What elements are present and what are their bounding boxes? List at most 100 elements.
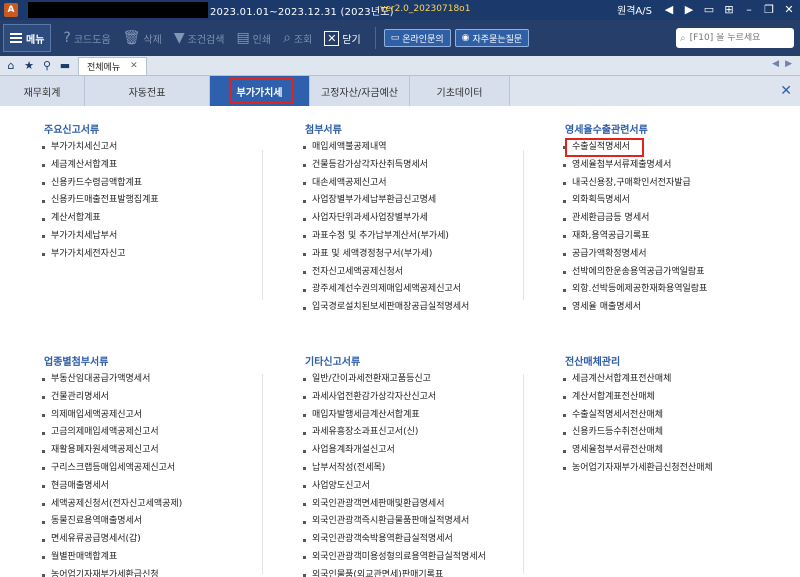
menu-item[interactable]: 외국인관광객즉시환급물품판매실적명세서 (303, 513, 486, 531)
minimize-icon[interactable]: – (742, 3, 756, 17)
menu-item-label: 부동산임대공급가액명세서 (51, 374, 151, 384)
menu-item-label: 매입세액불공제내역 (312, 142, 387, 152)
menu-item[interactable]: 건물등감가상각자산취득명세서 (303, 157, 469, 175)
menu-item[interactable]: 계산서합계표전산매체 (563, 389, 713, 407)
menu-item[interactable]: 구리스크랩등매입세액공제신고서 (42, 460, 182, 478)
menu-item[interactable]: 외항.선박등에제공한재화용역일람표 (563, 281, 707, 299)
menu-item[interactable]: 월별판매액합계표 (42, 549, 182, 567)
window-icon[interactable]: ▬ (58, 59, 72, 72)
delete-button[interactable]: 🗑 삭제 (123, 30, 162, 46)
online-inquiry-button[interactable]: ▭ 온라인문의 (383, 29, 451, 47)
menu-item[interactable]: 부가가치세납부서 (42, 228, 159, 246)
close-label: 닫기 (342, 34, 361, 46)
menu-item[interactable]: 세금계산서합계표 (42, 157, 159, 175)
menu-item-label: 외국인관광객미용성형의료용역환급실적명세서 (312, 551, 486, 562)
tab-close-icon[interactable]: ✕ (130, 61, 138, 71)
menu-item[interactable]: 신용카드등수취전산매체 (563, 424, 713, 442)
menu-item[interactable]: 재화,용역공급기록표 (563, 228, 707, 246)
menu-item[interactable]: 현금매출명세서 (42, 478, 182, 496)
menu-item[interactable]: 신용카드매출전표발행집계표 (42, 192, 159, 210)
menu-item[interactable]: 고금의제매입세액공제신고서 (42, 424, 182, 442)
menu-item[interactable]: 면세유류공급명세서(갑) (42, 531, 182, 549)
menu-item[interactable]: 광주세계선수권의제매입세액공제신고서 (303, 281, 469, 299)
menu-item[interactable]: 농어업기자재부가세환급신청 (42, 567, 182, 577)
tab-base-data[interactable]: 기초데이터 (410, 76, 510, 106)
menu-item[interactable]: 과표 및 세액경정청구서(부가세) (303, 246, 469, 264)
book-icon[interactable]: ▭ (702, 3, 716, 17)
close-icon[interactable]: ✕ (782, 3, 796, 17)
menu-item[interactable]: 외국인물품(외교관면세)판매기록표 (303, 567, 486, 577)
inquiry-button[interactable]: ⌕ 조회 (283, 30, 312, 46)
search-icon[interactable]: ⚲ (40, 59, 54, 72)
bullet-icon (303, 413, 306, 417)
bullet-icon (42, 199, 45, 203)
search-input[interactable] (689, 33, 785, 43)
menu-item[interactable]: 신용카드수령금액합계표 (42, 175, 159, 193)
menu-item[interactable]: 과세유흥장소과표신고서(신) (303, 424, 486, 442)
menu-close-icon[interactable]: ✕ (780, 83, 792, 99)
delete-label: 삭제 (143, 34, 162, 46)
menu-item[interactable]: 세액공제신청서(전자신고세액공제) (42, 496, 182, 514)
code-help-button[interactable]: ? 코드도움 (63, 30, 110, 46)
menu-item[interactable]: 수출실적명세서전산매체 (563, 407, 713, 425)
menu-button[interactable]: 메뉴 (3, 24, 52, 52)
star-icon[interactable]: ★ (22, 59, 36, 72)
condition-search-button[interactable]: ▼ 조건검색 (174, 30, 225, 46)
home-icon[interactable]: ⌂ (4, 59, 18, 72)
forward-arrow-icon[interactable]: ▶ (682, 3, 696, 17)
menu-item[interactable]: 외국인관광객숙박용역환급실적명세서 (303, 531, 486, 549)
menu-item[interactable]: 영세율첨부서류전산매체 (563, 442, 713, 460)
bullet-icon (42, 253, 45, 257)
menu-item[interactable]: 사업자단위과세사업장별부가세 (303, 210, 469, 228)
bullet-icon (563, 270, 566, 274)
menu-item[interactable]: 재활용폐자원세액공제신고서 (42, 442, 182, 460)
grid-icon[interactable]: ⊞ (722, 3, 736, 17)
menu-item[interactable]: 납부서작성(전세목) (303, 460, 486, 478)
chat-icon: ◉ (461, 33, 470, 43)
menu-item[interactable]: 공급가액확정명세서 (563, 246, 707, 264)
menu-item[interactable]: 매입세액불공제내역 (303, 139, 469, 157)
menu-item[interactable]: 부가가치세신고서 (42, 139, 159, 157)
menu-item[interactable]: 전자신고세액공제신청서 (303, 264, 469, 282)
menu-item[interactable]: 건물관리명세서 (42, 389, 182, 407)
back-arrow-icon[interactable]: ◀ (662, 3, 676, 17)
faq-button[interactable]: ◉ 자주묻는질문 (454, 29, 530, 47)
tab-prev-icon[interactable]: ◀ (772, 59, 779, 69)
menu-item[interactable]: 영세율 매출명세서 (563, 299, 707, 317)
menu-item[interactable]: 외국인관광객미용성형의료용역환급실적명세서 (303, 549, 486, 567)
menu-item[interactable]: 내국신용장,구매확인서전자발급 (563, 175, 707, 193)
menu-item[interactable]: 과세사업전환감가상각자산신고서 (303, 389, 486, 407)
menu-item[interactable]: 사업양도신고서 (303, 478, 486, 496)
remote-as-button[interactable]: 원격A/S (617, 2, 652, 17)
menu-item[interactable]: 부가가치세전자신고 (42, 246, 159, 264)
tab-fixed-assets[interactable]: 고정자산/자금예산 (310, 76, 410, 106)
menu-item[interactable]: 과표수정 및 추가납부계산서(부가세) (303, 228, 469, 246)
menu-item[interactable]: 계산서합계표 (42, 210, 159, 228)
menu-item[interactable]: 외화획득명세서 (563, 192, 707, 210)
menu-item[interactable]: 사업용계좌개설신고서 (303, 442, 486, 460)
menu-item[interactable]: 입국경로설치된보세판매장공급실적명세서 (303, 299, 469, 317)
menu-item[interactable]: 사업장별부가세납부환급신고명세 (303, 192, 469, 210)
menu-item[interactable]: 농어업기자재부가세환급신청전산매체 (563, 460, 713, 478)
version-label: ver2.0_20230718o1 (380, 4, 471, 14)
tab-financial-accounting[interactable]: 재무회계 (0, 76, 85, 106)
tab-next-icon[interactable]: ▶ (785, 59, 792, 69)
monitor-icon: ▭ (390, 33, 400, 43)
menu-item[interactable]: 선박에의한운송용역공급가액일람표 (563, 264, 707, 282)
menu-item[interactable]: 영세율첨부서류제출명세서 (563, 157, 707, 175)
tab-auto-voucher[interactable]: 자동전표 (85, 76, 210, 106)
menu-item[interactable]: 의제매입세액공제신고서 (42, 407, 182, 425)
menu-item[interactable]: 매입자발행세금계산서합계표 (303, 407, 486, 425)
menu-item[interactable]: 관세환급금등 명세서 (563, 210, 707, 228)
menu-item[interactable]: 부동산임대공급가액명세서 (42, 371, 182, 389)
print-button[interactable]: ▤ 인쇄 (236, 30, 271, 46)
restore-icon[interactable]: ❐ (762, 3, 776, 17)
menu-item[interactable]: 세금계산서합계표전산매체 (563, 371, 713, 389)
search-box[interactable]: ⌕ (676, 28, 794, 48)
menu-item[interactable]: 외국인관광객면세판매및환급명세서 (303, 496, 486, 514)
menu-item[interactable]: 동물진료용역매출명세서 (42, 513, 182, 531)
close-button[interactable]: ✕ 닫기 (324, 30, 361, 46)
menu-item[interactable]: 일반/간이과세전환재고품등신고 (303, 371, 486, 389)
menu-item[interactable]: 대손세액공제신고서 (303, 175, 469, 193)
tab-all-menu[interactable]: 전체메뉴 ✕ (78, 56, 147, 75)
